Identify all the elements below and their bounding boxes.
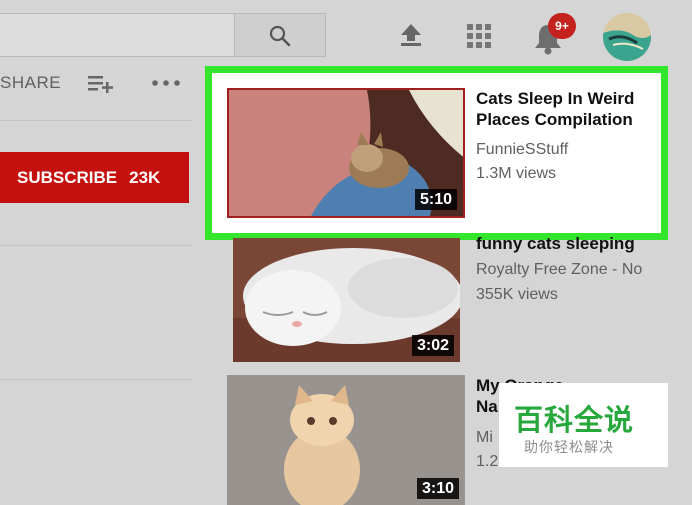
video-title[interactable]: Cats Sleep In Weird [476, 88, 634, 109]
video-duration: 3:10 [416, 478, 459, 499]
search-input[interactable] [0, 13, 235, 57]
video-channel[interactable]: Mi [476, 426, 493, 450]
video-title-line2[interactable]: Na [476, 396, 498, 417]
search-icon [269, 25, 291, 47]
video-views: 1.3M views [476, 165, 557, 182]
video-duration: 3:02 [411, 335, 454, 356]
video-thumbnail[interactable]: 3:02 [233, 238, 460, 362]
upload-icon[interactable] [398, 22, 424, 48]
video-title[interactable]: funny cats sleeping [476, 233, 635, 254]
subscribe-button[interactable]: SUBSCRIBE 23K [0, 152, 189, 203]
add-to-playlist-icon[interactable] [88, 74, 114, 94]
watermark-subtitle: 助你轻松解决 [524, 439, 614, 455]
divider [0, 120, 193, 121]
video-thumbnail[interactable]: 3:10 [227, 375, 465, 505]
divider [0, 379, 193, 380]
more-options-icon[interactable] [152, 78, 180, 88]
video-views: 355K views [476, 286, 558, 303]
watermark-title: 百科全说 [514, 405, 635, 437]
search-button[interactable] [235, 13, 326, 57]
apps-grid-icon[interactable] [466, 23, 492, 49]
share-button[interactable]: SHARE [0, 73, 61, 93]
avatar[interactable] [603, 13, 651, 61]
video-channel[interactable]: Royalty Free Zone - No [476, 258, 642, 282]
video-duration: 5:10 [414, 189, 457, 210]
video-channel[interactable]: FunnieSStuff [476, 138, 568, 162]
divider [0, 245, 193, 246]
notifications-badge: 9+ [548, 13, 576, 39]
subscribe-label: SUBSCRIBE [17, 168, 118, 187]
subscriber-count: 23K [129, 168, 161, 187]
video-title-line2[interactable]: Places Compilation [476, 109, 633, 130]
watermark-logo: 百科全说 助你轻松解决 [499, 383, 668, 467]
video-thumbnail[interactable]: 5:10 [227, 88, 465, 218]
